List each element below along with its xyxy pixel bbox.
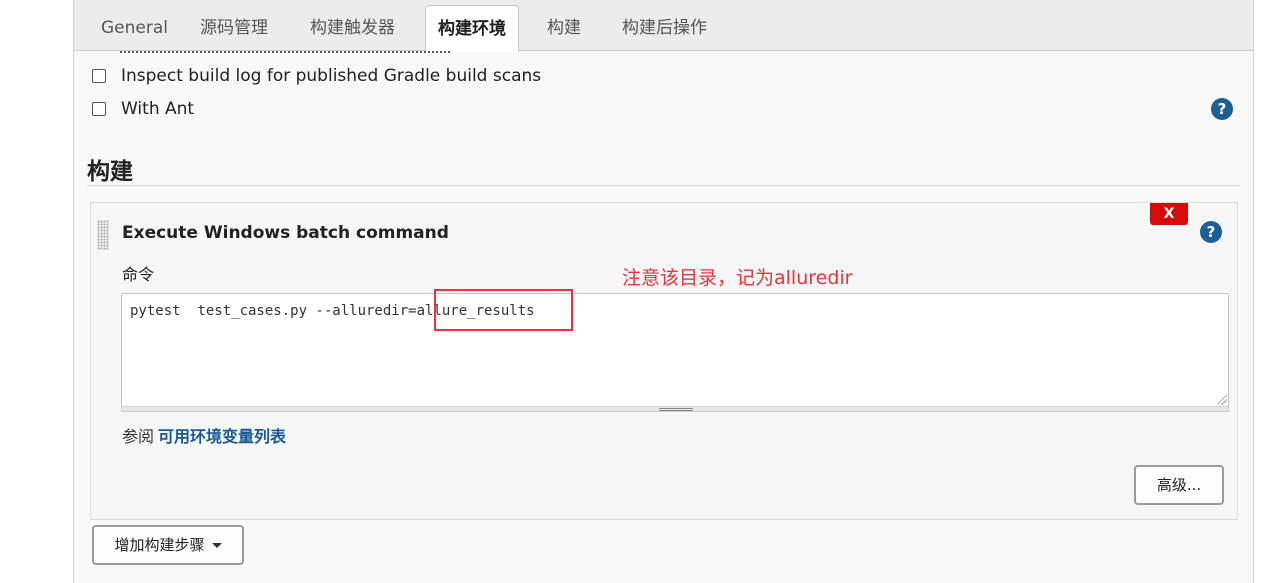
add-build-step-label: 增加构建步骤 — [114, 536, 205, 554]
build-section-title: 构建 — [87, 159, 133, 185]
annotation-note: 注意该目录，记为alluredir — [622, 267, 853, 289]
add-build-step-button[interactable]: 增加构建步骤 — [92, 525, 244, 565]
drag-handle-icon[interactable] — [97, 220, 109, 250]
tab-build[interactable]: 构建 — [547, 0, 581, 51]
tab-source-control[interactable]: 源码管理 — [200, 0, 268, 51]
gradle-scans-label: Inspect build log for published Gradle b… — [121, 66, 542, 86]
option-gradle-scans[interactable]: Inspect build log for published Gradle b… — [92, 64, 541, 88]
resize-corner-icon[interactable] — [1217, 395, 1227, 405]
env-vars-link[interactable]: 可用环境变量列表 — [158, 427, 286, 446]
tab-build-environment[interactable]: 构建环境 — [425, 5, 519, 52]
textarea-resize-grip[interactable] — [121, 406, 1229, 412]
option-with-ant[interactable]: With Ant — [92, 97, 194, 121]
job-config-panel: General 源码管理 构建触发器 构建环境 构建 构建后操作 Inspect… — [73, 0, 1254, 583]
delete-step-button[interactable]: X — [1150, 203, 1188, 225]
dropdown-caret-icon — [211, 543, 222, 548]
tab-post-build[interactable]: 构建后操作 — [622, 0, 707, 51]
advanced-button[interactable]: 高级... — [1134, 465, 1224, 505]
see-also-prefix: 参阅 — [122, 427, 155, 446]
build-step-title: Execute Windows batch command — [122, 223, 449, 243]
annotation-highlight-box — [434, 289, 573, 331]
tab-general[interactable]: General — [101, 0, 168, 51]
command-textarea[interactable]: pytest test_cases.py --alluredir=allure_… — [121, 293, 1229, 407]
build-step-help-icon[interactable]: ? — [1200, 221, 1222, 243]
gradle-scans-checkbox[interactable] — [92, 69, 106, 83]
command-label: 命令 — [122, 265, 155, 284]
build-step-batch-command: Execute Windows batch command X ? 命令 注意该… — [90, 202, 1238, 520]
section-divider — [87, 185, 1240, 186]
config-tabbar: General 源码管理 构建触发器 构建环境 构建 构建后操作 — [74, 0, 1253, 52]
see-also-line: 参阅 可用环境变量列表 — [122, 423, 286, 447]
tab-build-triggers[interactable]: 构建触发器 — [310, 0, 395, 51]
with-ant-label: With Ant — [121, 99, 195, 119]
with-ant-checkbox[interactable] — [92, 102, 106, 116]
with-ant-help-icon[interactable]: ? — [1211, 98, 1233, 120]
scrolled-content-edge — [120, 51, 450, 54]
